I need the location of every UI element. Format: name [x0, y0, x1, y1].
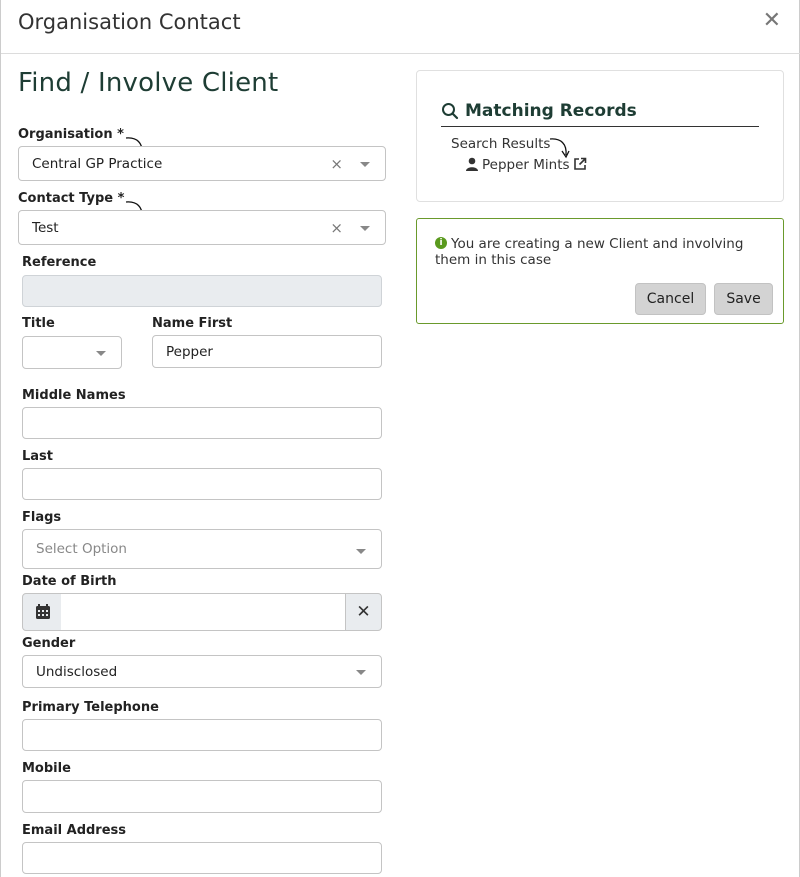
contact-type-label: Contact Type * — [18, 191, 125, 206]
organisation-select[interactable]: Central GP Practice × — [18, 146, 386, 181]
mobile-input[interactable] — [22, 780, 382, 813]
save-button[interactable]: Save — [714, 283, 773, 315]
reference-input — [22, 275, 382, 307]
name-first-label: Name First — [152, 316, 233, 331]
date-clear-button[interactable]: ✕ — [345, 593, 382, 631]
organisation-clear-icon[interactable]: × — [330, 155, 343, 173]
middle-names-input[interactable] — [22, 407, 382, 439]
gender-value: Undisclosed — [36, 663, 118, 680]
search-result-item[interactable]: Pepper Mints — [482, 157, 570, 173]
reference-label: Reference — [22, 255, 97, 270]
chevron-down-icon — [360, 225, 370, 231]
date-of-birth-input[interactable] — [61, 593, 346, 631]
email-address-label: Email Address — [22, 823, 127, 838]
search-icon — [442, 103, 459, 120]
matching-records-title: Matching Records — [465, 101, 637, 121]
form-title: Find / Involve Client — [18, 68, 279, 98]
flags-label: Flags — [22, 510, 62, 525]
divider — [441, 126, 759, 127]
chevron-down-icon — [356, 669, 366, 675]
close-icon[interactable]: ✕ — [763, 8, 781, 34]
chevron-down-icon — [96, 350, 106, 356]
contact-type-clear-icon[interactable]: × — [330, 219, 343, 237]
organisation-value: Central GP Practice — [32, 155, 163, 172]
flags-select[interactable]: Select Option — [22, 529, 382, 569]
gender-label: Gender — [22, 636, 76, 651]
primary-telephone-label: Primary Telephone — [22, 700, 159, 715]
last-name-input[interactable] — [22, 468, 382, 500]
external-link-icon[interactable] — [573, 157, 587, 171]
title-select[interactable] — [22, 336, 122, 369]
contact-type-value: Test — [32, 219, 59, 236]
modal-header: Organisation Contact ✕ — [1, 0, 800, 54]
contact-type-select[interactable]: Test × — [18, 210, 386, 245]
cancel-button[interactable]: Cancel — [635, 283, 706, 315]
calendar-button[interactable] — [22, 593, 62, 631]
primary-telephone-input[interactable] — [22, 719, 382, 751]
email-address-input[interactable] — [22, 842, 382, 874]
organisation-contact-modal: Organisation Contact ✕ Find / Involve Cl… — [0, 0, 800, 877]
user-icon — [466, 157, 478, 171]
name-first-input[interactable]: Pepper — [152, 335, 382, 368]
gender-select[interactable]: Undisclosed — [22, 655, 382, 688]
chevron-down-icon — [360, 161, 370, 167]
title-label: Title — [22, 316, 55, 331]
middle-names-label: Middle Names — [22, 388, 126, 403]
organisation-label: Organisation * — [18, 127, 124, 142]
calendar-icon — [36, 604, 50, 619]
notice-text: You are creating a new Client and involv… — [435, 236, 744, 268]
mobile-label: Mobile — [22, 761, 71, 776]
name-first-value: Pepper — [166, 343, 213, 360]
date-of-birth-label: Date of Birth — [22, 574, 117, 589]
chevron-down-icon — [356, 549, 366, 554]
modal-title: Organisation Contact — [18, 10, 241, 34]
search-results-label: Search Results — [451, 136, 551, 152]
flags-placeholder: Select Option — [36, 541, 127, 557]
last-label: Last — [22, 449, 54, 464]
